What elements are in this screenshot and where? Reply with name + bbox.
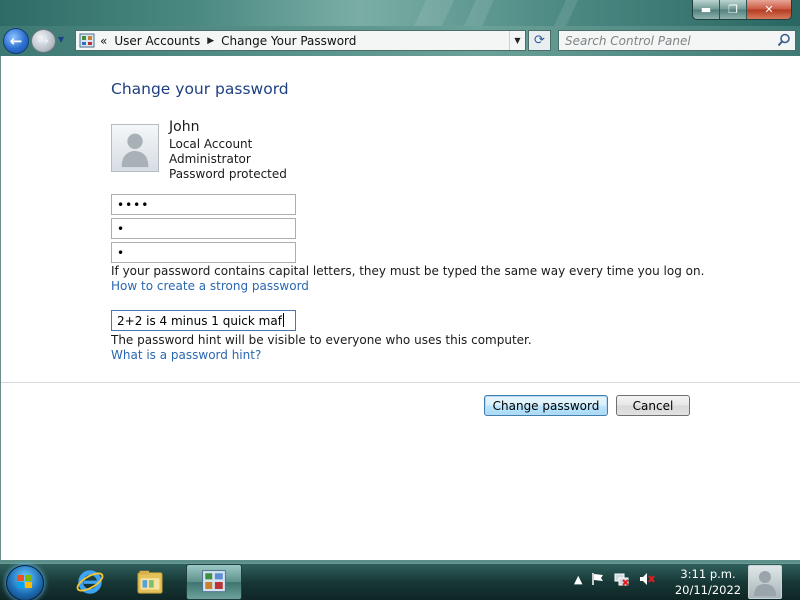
- glass-streak: [463, 0, 495, 26]
- start-button[interactable]: [6, 565, 44, 600]
- windows-logo-icon: [17, 575, 32, 588]
- breadcrumb-separator-icon[interactable]: ▶: [207, 36, 214, 46]
- forward-arrow-icon: →: [38, 33, 49, 49]
- action-center-flag-icon[interactable]: [591, 572, 605, 586]
- strong-password-link[interactable]: How to create a strong password: [111, 279, 309, 293]
- clock-date: 20/11/2022: [674, 583, 742, 597]
- forward-button[interactable]: →: [31, 29, 56, 53]
- volume-muted-icon[interactable]: [639, 572, 656, 586]
- taskbar-windows-explorer[interactable]: [122, 564, 178, 600]
- user-name: John: [169, 119, 200, 135]
- change-password-button[interactable]: Change password: [484, 395, 608, 416]
- new-password-field[interactable]: •: [111, 218, 296, 239]
- address-dropdown-button[interactable]: ▼: [509, 31, 525, 50]
- internet-explorer-icon: [76, 570, 104, 594]
- taskbar: ▲ 3:11 p.m. 20/11/2022: [0, 563, 800, 600]
- breadcrumb-change-password[interactable]: Change Your Password: [221, 34, 356, 48]
- windows-explorer-icon: [137, 570, 163, 594]
- hint-visibility-note: The password hint will be visible to eve…: [111, 333, 532, 347]
- refresh-icon: ⟳: [534, 33, 545, 48]
- page-title: Change your password: [111, 80, 289, 98]
- user-avatar: [111, 124, 159, 172]
- close-button[interactable]: ✕: [747, 0, 791, 19]
- search-icon[interactable]: [777, 33, 791, 47]
- control-panel-icon: [202, 570, 226, 593]
- account-type: Local Account: [169, 137, 253, 151]
- window-controls: ▬ ❐ ✕: [692, 0, 792, 20]
- password-hint-link[interactable]: What is a password hint?: [111, 348, 261, 362]
- search-box: [558, 30, 796, 51]
- cancel-button[interactable]: Cancel: [616, 395, 690, 416]
- account-role: Administrator: [169, 152, 251, 166]
- password-hint-value: 2+2 is 4 minus 1 quick maf: [117, 314, 282, 328]
- breadcrumb-user-accounts[interactable]: User Accounts: [114, 34, 200, 48]
- minimize-button[interactable]: ▬: [693, 0, 720, 19]
- taskbar-internet-explorer[interactable]: [62, 564, 118, 600]
- navigation-bar: ← → ▼ « User Accounts ▶ Change Your Pass…: [0, 26, 800, 56]
- show-hidden-icons-icon[interactable]: ▲: [574, 573, 582, 586]
- content-pane: Change your password John Local Account …: [0, 56, 800, 560]
- breadcrumb-overflow-chevron[interactable]: «: [100, 34, 107, 48]
- maximize-button[interactable]: ❐: [720, 0, 747, 19]
- text-caret: [282, 313, 284, 327]
- address-bar[interactable]: « User Accounts ▶ Change Your Password ▼: [75, 30, 526, 51]
- system-clock[interactable]: 3:11 p.m. 20/11/2022: [672, 566, 744, 598]
- password-status: Password protected: [169, 167, 287, 181]
- glass-streak: [413, 0, 455, 26]
- back-button[interactable]: ←: [3, 28, 29, 54]
- divider: [1, 382, 800, 383]
- recent-pages-dropdown[interactable]: ▼: [58, 35, 64, 44]
- user-tile-button[interactable]: [748, 565, 782, 599]
- clock-time: 3:11 p.m.: [680, 567, 736, 581]
- taskbar-control-panel[interactable]: [186, 564, 242, 600]
- back-arrow-icon: ←: [9, 32, 23, 50]
- confirm-password-field[interactable]: •: [111, 242, 296, 263]
- network-disconnected-icon[interactable]: [614, 572, 630, 586]
- breadcrumb: « User Accounts ▶ Change Your Password: [100, 32, 356, 50]
- notification-area: ▲: [574, 572, 656, 586]
- password-hint-field[interactable]: 2+2 is 4 minus 1 quick maf: [111, 310, 296, 331]
- search-input[interactable]: [559, 31, 771, 50]
- control-panel-icon: [79, 33, 95, 48]
- current-password-field[interactable]: ••••: [111, 194, 296, 215]
- user-icon: [754, 571, 776, 596]
- capitals-note: If your password contains capital letter…: [111, 264, 705, 278]
- glass-streak: [553, 0, 579, 26]
- refresh-button[interactable]: ⟳: [528, 30, 551, 51]
- window-title-bar: ▬ ❐ ✕: [0, 0, 800, 26]
